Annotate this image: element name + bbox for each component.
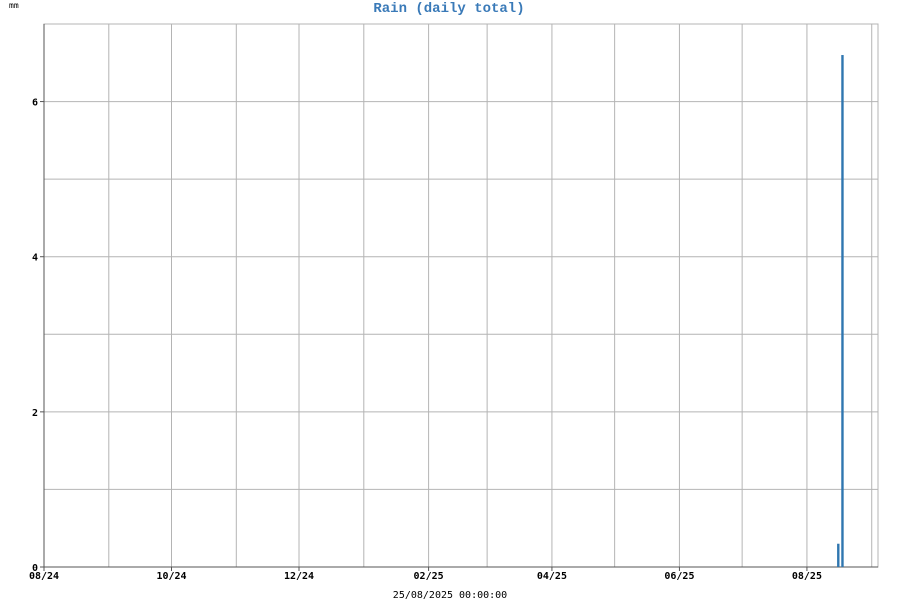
x-tick-label: 10/24: [156, 571, 186, 582]
bars: [837, 55, 844, 568]
chart-title: Rain (daily total): [373, 1, 524, 17]
footer-timestamp: 25/08/2025 00:00:00: [393, 590, 507, 600]
rain-bar: [837, 543, 840, 567]
plot-frame: [43, 23, 879, 568]
gridlines: [44, 23, 878, 567]
unit-label: mm: [9, 1, 19, 10]
y-tick-label: 6: [32, 98, 38, 109]
y-tick-labels: 0 2 4 6: [32, 98, 38, 574]
x-tick-label: 04/25: [537, 571, 567, 582]
rain-chart: mm Rain (daily total) 08/24 10/24 12/24 02/…: [9, 1, 879, 600]
x-tick-label: 08/25: [792, 571, 822, 582]
y-tick-label: 4: [32, 253, 38, 264]
x-tick-labels: 08/24 10/24 12/24 02/25 04/25 06/25 08/25: [29, 571, 822, 582]
x-tick-label: 06/25: [664, 571, 694, 582]
x-tick-label: 12/24: [284, 571, 314, 582]
rain-bar: [841, 55, 844, 568]
y-tick-label: 0: [32, 563, 38, 574]
y-tick-label: 2: [32, 408, 38, 419]
x-tick-label: 02/25: [414, 571, 444, 582]
